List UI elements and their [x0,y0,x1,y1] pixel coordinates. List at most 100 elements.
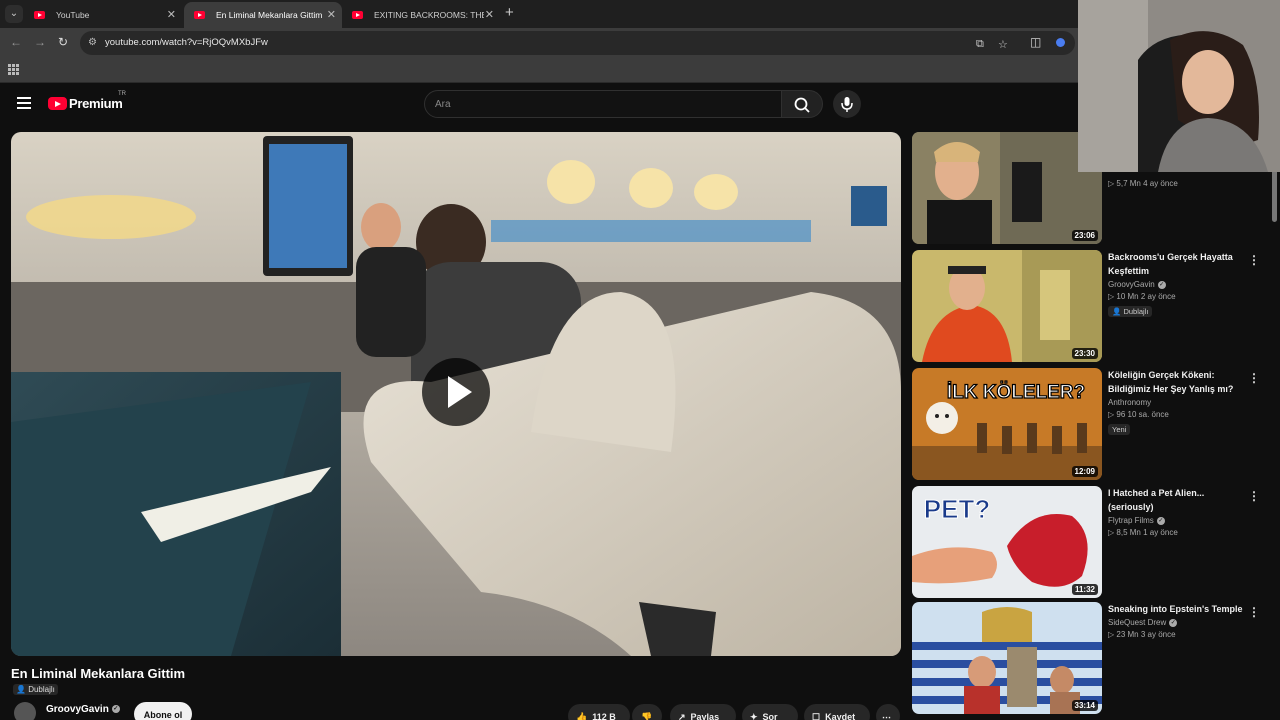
meta-text: 5,7 Mn 4 ay önce [1116,179,1178,188]
search-input[interactable] [425,91,781,117]
recommendation-thumbnail[interactable]: 23:30 [912,250,1102,362]
tab-search-button[interactable]: ⌄ [5,5,23,23]
voice-search-button[interactable] [833,90,861,118]
recommendation-thumbnail[interactable]: 23:06 [912,132,1102,244]
recommendation-thumbnail[interactable]: İLK KÖLELER? 12:09 [912,368,1102,480]
recommendation-title: Sneaking into Epstein's Temple [1108,604,1243,614]
dubbed-person-icon: 👤 [16,685,26,694]
meta-text: 8,5 Mn 1 ay önce [1116,528,1178,537]
tab-current-video[interactable]: En Liminal Mekanlara Gittim ✕ [184,2,342,28]
views-play-icon: ▷ [1108,179,1115,188]
profile-icon[interactable] [1056,38,1065,47]
verified-icon: ✓ [111,705,120,714]
install-app-icon[interactable]: ⧉ [976,38,984,51]
badge-text: Dublajlı [1123,307,1149,316]
recommendation-title: Backrooms'u Gerçek Hayatta Keşfettim [1108,252,1233,276]
recommendation-channel[interactable]: GroovyGavin ✓ [1108,280,1243,289]
dislike-button[interactable]: 👎 [632,704,662,720]
close-tab-icon[interactable]: ✕ [167,2,176,28]
video-duration: 33:14 [1071,700,1098,711]
back-icon[interactable]: ← [10,35,22,49]
youtube-favicon-icon [194,11,205,19]
thumbnail-image: İLK KÖLELER? [912,368,1102,480]
tab-title: YouTube [56,10,90,20]
url-text: youtube.com/watch?v=RjOQvMXbJFw [105,37,268,48]
channel-name: GroovyGavin [46,704,109,715]
more-actions-button[interactable]: ⋯ [876,704,900,720]
apps-grid-icon[interactable] [8,64,19,75]
views-play-icon: ▷ [1108,292,1115,301]
channel-text: SideQuest Drew [1108,618,1167,627]
share-icon: ↗ [678,712,686,720]
recommendation-item[interactable]: 33:14 Sneaking into Epstein's Temple Sid… [912,602,1272,714]
webcam-overlay [1078,0,1280,172]
play-button[interactable] [422,358,490,426]
channel-text: GroovyGavin [1108,280,1155,289]
recommendation-channel[interactable]: Flytrap Films ✓ [1108,516,1243,525]
more-options-icon[interactable]: ⋮ [1248,606,1260,618]
recommendation-thumbnail[interactable]: PET? 11:32 [912,486,1102,598]
microphone-icon [841,97,853,112]
tab-youtube[interactable]: YouTube ✕ [24,2,182,28]
meta-text: 10 Mn 2 ay önce [1116,292,1176,301]
recommendation-item[interactable]: İLK KÖLELER? 12:09 Köleliğin Gerçek Köke… [912,368,1272,480]
thumbnail-image: PET? [912,486,1102,598]
more-icon: ⋯ [882,712,891,720]
search-button[interactable] [781,90,823,118]
recommendation-item[interactable]: 23:30 Backrooms'u Gerçek Hayatta Keşfett… [912,250,1272,362]
more-options-icon[interactable]: ⋮ [1248,490,1260,502]
views-play-icon: ▷ [1108,630,1115,639]
youtube-play-logo-icon [48,97,67,110]
recommendation-meta: ▷ 8,5 Mn 1 ay önce [1108,528,1243,537]
like-count: 112 B [592,712,616,720]
save-label: Kaydet [825,712,856,720]
channel-text: Flytrap Films [1108,516,1154,525]
channel-avatar[interactable] [14,702,36,720]
reload-icon[interactable]: ↻ [58,35,68,49]
extension-icon[interactable]: ◫ [1030,35,1041,49]
recommendation-title: Köleliğin Gerçek Kökeni: Bildiğimiz Her … [1108,370,1234,394]
thumbs-up-icon: 👍 [576,712,588,720]
sparkle-icon: ✦ [750,712,758,720]
verified-icon: ✓ [1169,618,1178,627]
webcam-image [1078,0,1280,172]
more-options-icon[interactable]: ⋮ [1248,254,1260,266]
save-button[interactable]: ☐ Kaydet [804,704,870,720]
meta-text: 96 10 sa. önce [1116,410,1169,419]
recommendation-item[interactable]: PET? 11:32 I Hatched a Pet Alien... (ser… [912,486,1272,598]
close-tab-icon[interactable]: ✕ [485,2,494,28]
thumbnail-image [912,250,1102,362]
bookmark-star-icon[interactable]: ☆ [998,38,1008,51]
video-title: En Liminal Mekanlara Gittim [11,666,186,681]
views-play-icon: ▷ [1108,528,1115,537]
meta-text: 23 Mn 3 ay önce [1116,630,1176,639]
recommendation-channel[interactable]: SideQuest Drew ✓ [1108,618,1243,627]
thumbnail-image [912,602,1102,714]
channel-name-link[interactable]: GroovyGavin ✓ [46,704,120,715]
tab-title: En Liminal Mekanlara Gittim [216,10,323,20]
recommendation-thumbnail[interactable]: 33:14 [912,602,1102,714]
like-button[interactable]: 👍 112 B [568,704,630,720]
video-player[interactable] [11,132,901,656]
video-duration: 12:09 [1071,466,1098,477]
recommendation-title: I Hatched a Pet Alien... (seriously) [1108,488,1205,512]
share-button[interactable]: ↗ Paylaş [670,704,736,720]
site-info-icon[interactable]: ⚙ [88,37,98,49]
more-options-icon[interactable]: ⋮ [1248,372,1260,384]
share-label: Paylaş [690,712,720,720]
thumbnail-caption: PET? [924,494,990,524]
new-tab-button[interactable]: + [505,4,514,21]
thumbnail-image [912,132,1102,244]
forward-icon[interactable]: → [34,35,46,49]
tab-exiting-backrooms[interactable]: EXITING BACKROOMS: THE END ✕ [342,2,500,28]
url-field[interactable]: ⚙ youtube.com/watch?v=RjOQvMXbJFw ⧉ ☆ [80,31,1075,55]
youtube-favicon-icon [352,11,363,19]
subscribe-button[interactable]: Abone ol [134,702,192,720]
menu-icon[interactable] [17,97,31,109]
youtube-favicon-icon [34,11,45,19]
dubbed-badge: 👤 Dublajlı [13,684,58,695]
recommendation-meta: ▷ 23 Mn 3 ay önce [1108,630,1243,639]
ask-button[interactable]: ✦ Sor [742,704,798,720]
recommendation-channel[interactable]: Anthronomy [1108,398,1243,407]
close-tab-icon[interactable]: ✕ [327,2,336,28]
